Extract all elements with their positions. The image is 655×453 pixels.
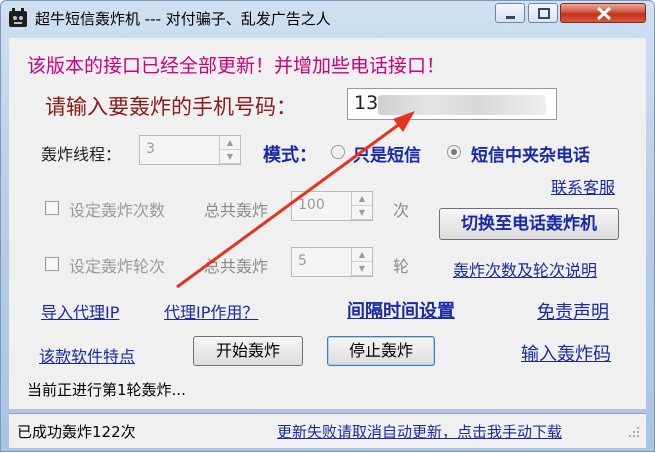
round-checkbox-label[interactable]: 设定轰炸轮次 [69, 253, 165, 277]
count-spinner[interactable]: 100 ▲ ▼ [291, 191, 373, 221]
spin-down-icon[interactable]: ▼ [220, 150, 240, 164]
spin-up-icon[interactable]: ▲ [352, 248, 372, 262]
app-icon [9, 8, 27, 27]
switch-to-call-button[interactable]: 切换至电话轰炸机 [439, 208, 619, 240]
threads-value: 3 [146, 141, 155, 157]
round-checkbox[interactable] [45, 257, 59, 271]
resize-grip-icon[interactable] [629, 425, 641, 439]
count-checkbox[interactable] [45, 201, 59, 215]
stop-button[interactable]: 停止轰炸 [327, 336, 435, 366]
round-total-label: 总共轰炸 [204, 257, 269, 276]
update-notice: 该版本的接口已经全部更新！并增加些电话接口！ [27, 55, 446, 77]
import-proxy-link[interactable]: 导入代理IP [41, 299, 119, 323]
mode-mixed-label[interactable]: 短信中夹杂电话 [471, 141, 590, 166]
phone-input[interactable]: 13 [347, 88, 557, 120]
threads-label: 轰炸线程： [41, 145, 122, 164]
app-window: 超牛短信轰炸机 --- 对付骗子、乱发广告之人 该版本的接口已经全部更新！并增加… [0, 0, 655, 452]
round-spinner[interactable]: 5 ▲ ▼ [291, 247, 373, 277]
round-unit: 轮 [393, 257, 410, 276]
round-value: 5 [298, 253, 307, 269]
mode-sms-only-label[interactable]: 只是短信 [353, 141, 421, 166]
minimize-icon [506, 16, 515, 19]
count-help-link[interactable]: 轰炸次数及轮次说明 [453, 257, 597, 281]
redacted-number [378, 95, 546, 115]
support-link[interactable]: 联系客服 [551, 174, 615, 198]
count-value: 100 [298, 197, 325, 213]
count-unit: 次 [393, 201, 410, 220]
input-code-link[interactable]: 输入轰炸码 [521, 340, 611, 366]
start-button[interactable]: 开始轰炸 [193, 336, 303, 366]
phone-label: 请输入要轰炸的手机号码： [45, 95, 297, 119]
title-bar[interactable]: 超牛短信轰炸机 --- 对付骗子、乱发广告之人 [1, 1, 654, 35]
window-title: 超牛短信轰炸机 --- 对付骗子、乱发广告之人 [35, 10, 331, 28]
close-icon [596, 6, 612, 21]
manual-download-link[interactable]: 更新失败请取消自动更新，点击我手动下载 [277, 421, 562, 442]
interval-settings-link[interactable]: 间隔时间设置 [347, 297, 455, 323]
phone-value: 13 [354, 92, 379, 114]
disclaimer-link[interactable]: 免责声明 [537, 298, 609, 324]
mode-sms-only-radio[interactable] [331, 145, 345, 159]
spin-down-icon[interactable]: ▼ [352, 206, 372, 220]
proxy-help-link[interactable]: 代理IP作用？ [164, 299, 258, 323]
threads-spinner[interactable]: 3 ▲ ▼ [139, 135, 241, 165]
minimize-button[interactable] [495, 3, 525, 23]
spin-up-icon[interactable]: ▲ [220, 136, 240, 150]
count-total-label: 总共轰炸 [204, 201, 269, 220]
close-button[interactable] [560, 3, 646, 23]
progress-text: 当前正进行第1轮轰炸... [27, 381, 186, 399]
maximize-icon [538, 8, 550, 19]
features-link[interactable]: 该款软件特点 [39, 343, 135, 367]
count-checkbox-label[interactable]: 设定轰炸次数 [69, 197, 165, 221]
mode-label: 模式： [263, 145, 317, 166]
spin-up-icon[interactable]: ▲ [352, 192, 372, 206]
status-count: 已成功轰炸122次 [17, 423, 136, 441]
mode-mixed-radio[interactable] [447, 145, 461, 159]
maximize-button[interactable] [528, 3, 558, 23]
spin-down-icon[interactable]: ▼ [352, 262, 372, 276]
